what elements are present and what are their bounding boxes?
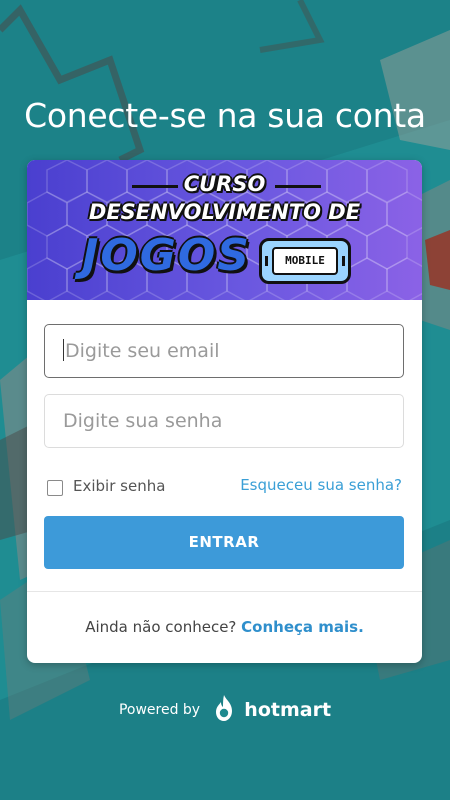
forgot-password-link[interactable]: Esqueceu sua senha? [240,476,402,494]
phone-button-right [342,256,345,266]
signup-prompt-text: Ainda não conhece? [85,618,237,636]
text-caret [63,339,64,361]
show-password-checkbox[interactable] [47,480,63,496]
powered-by: Powered by hotmart [0,694,450,726]
page-title: Conecte-se na sua conta [24,96,426,135]
mobile-badge-text: MOBILE [272,247,338,275]
submit-button[interactable]: ENTRAR [44,516,404,569]
banner-line1: CURSO [183,172,266,196]
divider [27,591,422,592]
show-password-label[interactable]: Exibir senha [73,477,165,495]
hotmart-brand: hotmart [244,699,332,721]
email-placeholder: Digite seu email [65,340,220,362]
banner-line2: DESENVOLVIMENTO DE [88,200,361,224]
email-input[interactable]: Digite seu email [44,324,404,378]
powered-by-text: Powered by [118,702,201,718]
hotmart-flame-icon [213,694,235,726]
password-placeholder: Digite sua senha [63,410,223,432]
password-input[interactable]: Digite sua senha [44,394,404,448]
learn-more-link[interactable]: Conheça mais. [241,618,364,636]
banner-big-title: JOGOS [82,230,251,281]
course-banner: CURSO DESENVOLVIMENTO DE JOGOS MOBILE [27,160,422,300]
login-card: CURSO DESENVOLVIMENTO DE JOGOS MOBILE Di… [27,160,422,663]
phone-button-left [265,256,268,266]
signup-prompt: Ainda não conhece? Conheça mais. [27,618,422,636]
mobile-phone-icon: MOBILE [259,238,351,284]
